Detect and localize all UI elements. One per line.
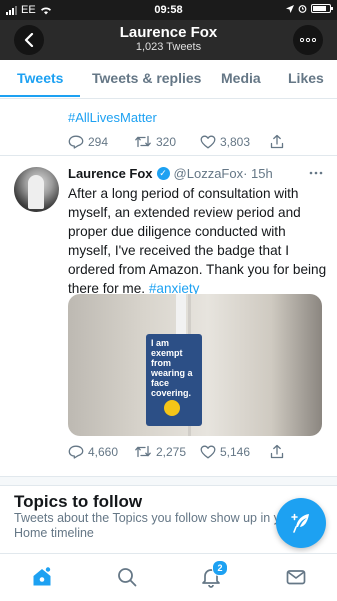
- exempt-badge: I am exempt from wearing a face covering…: [146, 334, 202, 426]
- profile-tabs: Tweets Tweets & replies Media Likes: [0, 60, 337, 99]
- heart-icon: [200, 135, 216, 148]
- status-bar: EE 09:58: [0, 0, 337, 20]
- like-count: 5,146: [220, 444, 251, 459]
- tab-tweets[interactable]: Tweets: [17, 70, 63, 86]
- tweet-author-handle[interactable]: @LozzaFox: [174, 166, 244, 181]
- status-right: [286, 4, 333, 13]
- topics-heading: Topics to follow: [14, 492, 143, 511]
- like-button[interactable]: 5,146: [200, 444, 270, 459]
- reply-icon: [68, 135, 84, 149]
- tweet-more-button[interactable]: [309, 163, 323, 178]
- tab-likes[interactable]: Likes: [288, 70, 324, 86]
- notification-count-badge: 2: [212, 560, 228, 576]
- more-dots-icon: [309, 171, 323, 175]
- tweet-actions: 4,660 2,275 5,146: [68, 444, 284, 459]
- messages-tab[interactable]: [285, 566, 307, 588]
- more-options-button[interactable]: [293, 25, 323, 55]
- tweet-divider: [0, 155, 337, 156]
- profile-header: Laurence Fox 1,023 Tweets: [0, 20, 337, 60]
- badge-logo: [164, 400, 180, 416]
- compose-feather-icon: [291, 513, 309, 533]
- reply-icon: [68, 445, 84, 459]
- reply-button[interactable]: 294: [68, 134, 134, 149]
- notifications-tab[interactable]: 2: [200, 560, 228, 588]
- active-tab-indicator: [0, 95, 80, 97]
- retweet-button[interactable]: 320: [134, 134, 200, 149]
- retweet-count: 320: [156, 134, 177, 149]
- like-button[interactable]: 3,803: [200, 134, 270, 149]
- bottom-navigation: 2: [0, 553, 337, 601]
- tweet-text-body: After a long period of consultation with…: [68, 186, 327, 296]
- tweet-image[interactable]: I am exempt from wearing a face covering…: [68, 294, 322, 436]
- share-button[interactable]: [270, 444, 284, 459]
- retweet-icon: [135, 135, 151, 148]
- section-separator: [0, 476, 337, 486]
- profile-name: Laurence Fox: [119, 24, 218, 41]
- previous-tweet-actions: 294 320 3,803: [68, 134, 284, 149]
- reply-count: 294: [88, 134, 109, 149]
- share-icon: [270, 444, 284, 459]
- retweet-count: 2,275: [156, 444, 187, 459]
- heart-icon: [200, 445, 216, 458]
- tweet-time: · 15h: [243, 166, 273, 181]
- reply-button[interactable]: 4,660: [68, 444, 134, 459]
- mail-icon: [286, 570, 306, 585]
- reply-count: 4,660: [88, 444, 119, 459]
- topics-description: Tweets about the Topics you follow show …: [14, 511, 293, 540]
- search-icon: [118, 568, 137, 587]
- share-button[interactable]: [270, 134, 284, 149]
- more-dots-icon: [300, 38, 316, 42]
- like-count: 3,803: [220, 134, 251, 149]
- hashtag-link[interactable]: #AllLivesMatter: [68, 110, 157, 125]
- explore-tab[interactable]: [116, 566, 138, 588]
- tab-media[interactable]: Media: [221, 70, 261, 86]
- battery-icon: [311, 4, 333, 13]
- home-icon: [33, 567, 51, 586]
- location-icon: [286, 4, 294, 13]
- tweet-count: 1,023 Tweets: [135, 41, 202, 53]
- alarm-icon: [298, 5, 307, 13]
- retweet-button[interactable]: 2,275: [134, 444, 200, 459]
- verified-badge-icon: ✓: [156, 167, 170, 180]
- retweet-icon: [135, 445, 151, 458]
- avatar[interactable]: [14, 167, 59, 212]
- tweet-author-name[interactable]: Laurence Fox: [68, 166, 153, 181]
- tab-tweets-and-replies[interactable]: Tweets & replies: [92, 70, 201, 86]
- tweet-text: After a long period of consultation with…: [68, 184, 330, 298]
- compose-tweet-button[interactable]: [276, 498, 326, 548]
- tweet-header: Laurence Fox ✓ @LozzaFox · 15h: [68, 166, 273, 181]
- home-tab[interactable]: [31, 566, 53, 588]
- badge-text: I am exempt from wearing a face covering…: [151, 338, 193, 398]
- share-icon: [270, 134, 284, 149]
